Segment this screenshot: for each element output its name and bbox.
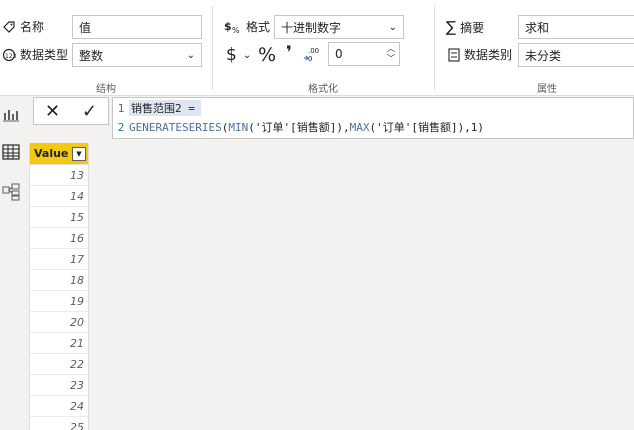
table-row: 16 (30, 228, 88, 249)
category-label: 数据类别 (464, 48, 513, 62)
formula-line-1-text: 销售范围2 = (129, 100, 201, 116)
datatype-value: 整数 (79, 48, 104, 63)
category-select[interactable]: 未分类 (518, 43, 634, 67)
ribbon: 名称 值 123 数据类型 整数 ⌄ 结构 $% 格式 十进制数字 ⌄ $ ⌄ … (0, 0, 634, 96)
sigma-icon: ∑ (446, 18, 457, 36)
table-row: 18 (30, 270, 88, 291)
format-value: 十进制数字 (281, 20, 342, 35)
name-label-wrap: 名称 (2, 18, 44, 35)
formula-line-1: 1 销售范围2 = (113, 99, 201, 117)
structure-group-label: 结构 (96, 84, 116, 95)
column-header-value[interactable]: Value ▼ (30, 143, 88, 165)
table-row: 21 (30, 333, 88, 354)
currency-icon: $ (226, 45, 237, 65)
format-icon: $% (224, 20, 240, 35)
line-number: 2 (117, 120, 125, 134)
chevron-down-icon: ⌄ (186, 49, 195, 61)
format-label: 格式 (246, 20, 271, 34)
dax-function: MIN (228, 120, 249, 134)
currency-button[interactable]: $ ⌄ (226, 45, 251, 65)
table-row: 20 (30, 312, 88, 333)
properties-group-label: 属性 (537, 84, 557, 95)
decimal-adjust-button[interactable]: .00 0 (303, 45, 321, 63)
decimal-icon: .000 (304, 47, 319, 63)
report-view-icon[interactable] (2, 105, 20, 123)
formula-editor[interactable]: 1 销售范围2 = 2 GENERATESERIES(MIN ('订单'[销售额]… (112, 97, 634, 139)
data-table: Value ▼ 13 14 15 16 17 18 19 20 21 22 23… (29, 143, 89, 430)
format-select[interactable]: 十进制数字 ⌄ (274, 15, 404, 39)
model-view-icon[interactable] (2, 183, 20, 201)
group-divider (434, 6, 435, 90)
table-row: 22 (30, 354, 88, 375)
cancel-icon[interactable]: ✕ (45, 101, 60, 122)
formula-actions: ✕ ✓ (33, 97, 109, 125)
datatype-label: 数据类型 (20, 48, 69, 62)
category-value: 未分类 (525, 48, 562, 63)
chevron-down-icon: ⌄ (388, 21, 397, 33)
format-group-label: 格式化 (308, 84, 338, 95)
summary-select[interactable]: 求和 (518, 15, 634, 39)
datatype-label-wrap: 123 数据类型 (2, 46, 68, 63)
table-row: 25 (30, 417, 88, 430)
datatype-select[interactable]: 整数 ⌄ (72, 43, 202, 67)
name-input[interactable]: 值 (72, 15, 202, 39)
category-icon (448, 47, 460, 62)
percent-icon: % (258, 44, 277, 66)
percent-button[interactable]: % (258, 44, 276, 66)
name-label: 名称 (20, 20, 45, 34)
group-divider (212, 6, 213, 90)
commit-icon[interactable]: ✓ (82, 101, 97, 122)
datatype-icon: 123 (2, 48, 16, 61)
format-label-wrap: $% 格式 (224, 18, 270, 35)
svg-text:0: 0 (308, 55, 312, 63)
summary-label: 摘要 (460, 20, 485, 35)
table-row: 19 (30, 291, 88, 312)
svg-text:$: $ (224, 20, 232, 33)
dax-text: ('订单'[销售额]), (248, 121, 350, 134)
dax-function: MAX (349, 120, 370, 134)
svg-text:123: 123 (5, 53, 16, 60)
dax-text: ('订单'[销售额]),1) (369, 121, 485, 134)
name-value: 值 (79, 20, 92, 35)
table-row: 23 (30, 375, 88, 396)
filter-dropdown-icon[interactable]: ▼ (72, 146, 86, 161)
spin-arrows-icon[interactable]: ︿ ﹀ (387, 44, 395, 64)
decimal-places-input[interactable]: 0 ︿ ﹀ (328, 42, 400, 66)
column-header-label: Value (34, 147, 69, 160)
comma-icon: ❜ (286, 43, 292, 63)
dax-text: ( (221, 120, 229, 134)
formula-line-2: 2 GENERATESERIES(MIN ('订单'[销售额]), MAX ('订单'… (113, 118, 484, 136)
view-switcher (0, 97, 24, 430)
dax-function: GENERATESERIES (129, 120, 222, 134)
table-row: 15 (30, 207, 88, 228)
tag-icon (3, 20, 15, 33)
category-label-wrap: 数据类别 (448, 46, 512, 63)
summary-label-wrap: ∑ 摘要 (446, 18, 484, 36)
data-view-icon[interactable] (2, 143, 20, 161)
svg-text:.00: .00 (308, 47, 319, 55)
chevron-down-icon: ⌄ (242, 49, 252, 61)
table-row: 17 (30, 249, 88, 270)
table-row: 13 (30, 165, 88, 186)
decimal-places-value: 0 (335, 47, 343, 61)
svg-text:%: % (232, 26, 240, 35)
comma-button[interactable]: ❜ (286, 43, 292, 63)
table-row: 14 (30, 186, 88, 207)
line-number: 1 (117, 101, 125, 115)
table-row: 24 (30, 396, 88, 417)
summary-value: 求和 (525, 20, 550, 35)
